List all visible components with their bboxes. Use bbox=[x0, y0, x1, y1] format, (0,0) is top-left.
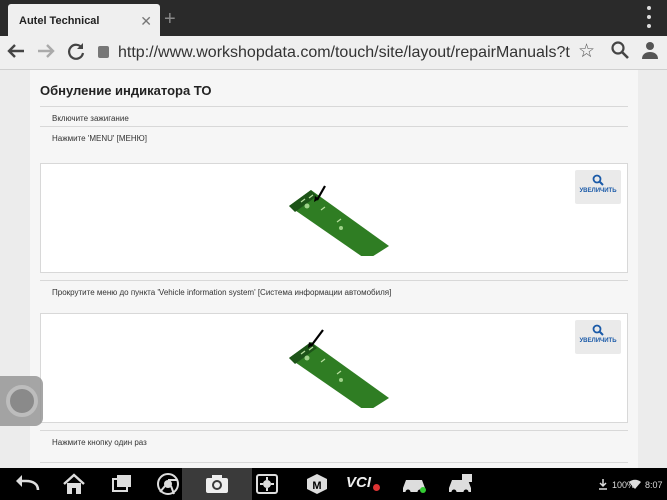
manual-content: Обнуление индикатора ТО Включите зажиган… bbox=[30, 70, 638, 468]
search-icon[interactable] bbox=[608, 40, 632, 64]
zoom-label: УВЕЛИЧИТЬ bbox=[579, 338, 617, 344]
forward-icon[interactable] bbox=[34, 40, 58, 64]
magnifier-icon bbox=[592, 174, 604, 186]
user-icon[interactable] bbox=[638, 40, 662, 64]
step-item: Прокрутите меню до пункта 'Vehicle infor… bbox=[40, 280, 628, 300]
figure-panel: УВЕЛИЧИТЬ bbox=[40, 163, 628, 273]
svg-text:M: M bbox=[312, 480, 321, 492]
clock: 8:07 bbox=[645, 480, 663, 490]
page-info-icon[interactable] bbox=[98, 46, 109, 58]
assistive-touch-icon bbox=[6, 385, 38, 417]
tab-close-icon[interactable]: ✕ bbox=[140, 13, 152, 30]
recent-apps-icon[interactable] bbox=[108, 472, 136, 496]
browser-tab[interactable]: Autel Technical ✕ bbox=[8, 4, 160, 40]
stalk-switch-image bbox=[289, 185, 389, 256]
zoom-button[interactable]: УВЕЛИЧИТЬ bbox=[575, 170, 621, 204]
car-icon[interactable] bbox=[400, 472, 428, 496]
url-field[interactable]: http://www.workshopdata.com/touch/site/l… bbox=[118, 44, 570, 62]
reload-icon[interactable] bbox=[64, 40, 88, 64]
tab-strip: Autel Technical ✕ + bbox=[0, 0, 667, 40]
web-page: Обнуление индикатора ТО Включите зажиган… bbox=[0, 70, 667, 468]
magnifier-icon bbox=[592, 324, 604, 336]
assistive-touch-button[interactable] bbox=[0, 376, 43, 426]
back-icon[interactable] bbox=[4, 40, 28, 64]
system-back-icon[interactable] bbox=[14, 472, 42, 496]
settings-icon[interactable] bbox=[254, 472, 280, 496]
step-item: Нажмите 'MENU' [МЕНЮ] bbox=[40, 126, 628, 146]
stalk-switch-image bbox=[289, 329, 389, 408]
vci-label: VCI bbox=[346, 474, 372, 491]
address-bar: http://www.workshopdata.com/touch/site/l… bbox=[0, 36, 667, 70]
wifi-icon bbox=[629, 479, 641, 489]
step-item: Нажмите кнопку один раз bbox=[40, 430, 628, 450]
zoom-label: УВЕЛИЧИТЬ bbox=[579, 188, 617, 194]
star-icon[interactable]: ☆ bbox=[578, 40, 595, 63]
overflow-menu-icon[interactable] bbox=[647, 6, 653, 28]
new-tab-icon[interactable]: + bbox=[164, 8, 176, 31]
vci-icon[interactable]: VCI bbox=[346, 474, 380, 498]
download-icon bbox=[599, 479, 607, 490]
car-diagnostic-icon[interactable] bbox=[446, 472, 474, 496]
page-title: Обнуление индикатора ТО bbox=[40, 83, 212, 98]
tab-title: Autel Technical bbox=[19, 15, 100, 27]
figure-panel: УВЕЛИЧИТЬ bbox=[40, 313, 628, 423]
chrome-icon[interactable] bbox=[156, 472, 180, 496]
zoom-button[interactable]: УВЕЛИЧИТЬ bbox=[575, 320, 621, 354]
system-bar: M VCI 100% 8:07 bbox=[0, 468, 667, 500]
home-icon[interactable] bbox=[60, 472, 88, 496]
camera-icon[interactable] bbox=[204, 472, 230, 496]
maintenance-icon[interactable]: M bbox=[304, 472, 330, 496]
step-item: Включите зажигание bbox=[40, 106, 628, 126]
